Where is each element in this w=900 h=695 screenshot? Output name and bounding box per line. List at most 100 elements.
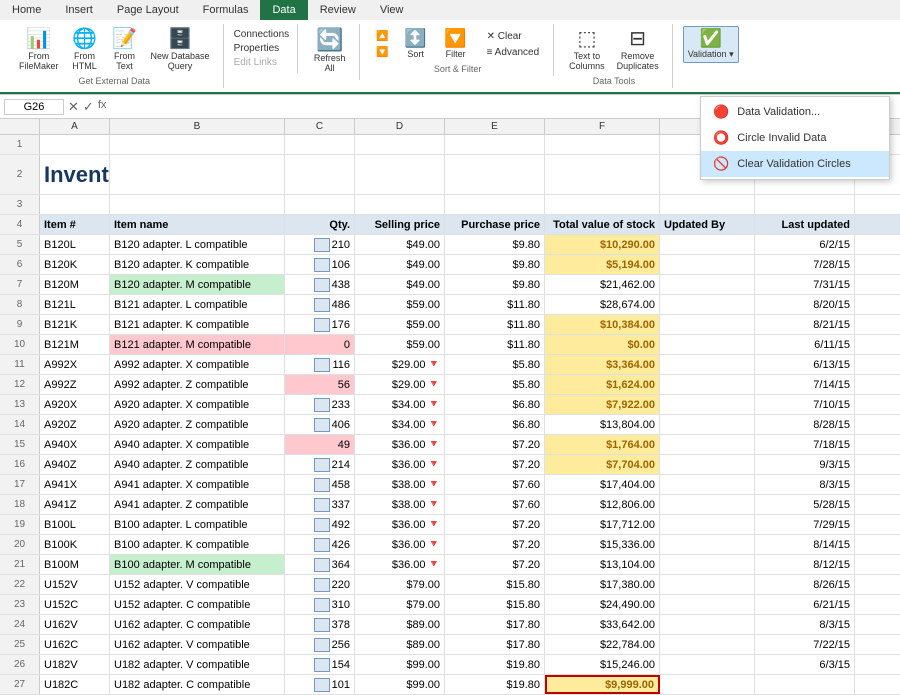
cell-c1[interactable]	[285, 135, 355, 154]
cell-last-updated[interactable]: 8/12/15	[755, 555, 855, 574]
cell-last-updated[interactable]: 7/31/15	[755, 275, 855, 294]
cell-id[interactable]: B100K	[40, 535, 110, 554]
cell-sell[interactable]: $49.00	[355, 275, 445, 294]
cell-purchase[interactable]: $11.80	[445, 295, 545, 314]
cell-last-updated[interactable]	[755, 675, 855, 694]
cell-purchase[interactable]: $19.80	[445, 655, 545, 674]
cell-name[interactable]: A941 adapter. Z compatible	[110, 495, 285, 514]
cell-total[interactable]: $0.00	[545, 335, 660, 354]
cell-updated-by[interactable]	[660, 655, 755, 674]
cell-updated-by[interactable]	[660, 575, 755, 594]
cell-qty[interactable]: 56	[285, 375, 355, 394]
cell-sell[interactable]: $59.00	[355, 335, 445, 354]
cell-last-updated[interactable]: 8/21/15	[755, 315, 855, 334]
cell-qty[interactable]: 0	[285, 335, 355, 354]
cell-qty[interactable]: 214	[285, 455, 355, 474]
cell-qty[interactable]: 486	[285, 295, 355, 314]
cell-name[interactable]: B120 adapter. M compatible	[110, 275, 285, 294]
cell-updated-by[interactable]	[660, 515, 755, 534]
cell-total[interactable]: $12,806.00	[545, 495, 660, 514]
cell-sell[interactable]: $36.00🔻	[355, 515, 445, 534]
cell-sell[interactable]: $38.00🔻	[355, 495, 445, 514]
cell-last-updated[interactable]: 8/14/15	[755, 535, 855, 554]
cell-updated-by[interactable]	[660, 355, 755, 374]
cell-name[interactable]: B100 adapter. L compatible	[110, 515, 285, 534]
header-selling-price[interactable]: Selling price	[355, 215, 445, 234]
cell-updated-by[interactable]	[660, 555, 755, 574]
cell-name[interactable]: A992 adapter. X compatible	[110, 355, 285, 374]
sort-button[interactable]: ↕️ Sort	[397, 26, 435, 62]
cell-id[interactable]: B100L	[40, 515, 110, 534]
connections-link[interactable]: Connections	[234, 28, 290, 41]
cell-total[interactable]: $15,246.00	[545, 655, 660, 674]
cell-sell[interactable]: $34.00🔻	[355, 415, 445, 434]
from-text-button[interactable]: 📝 FromText	[106, 26, 144, 74]
cell-last-updated[interactable]: 6/13/15	[755, 355, 855, 374]
cell-updated-by[interactable]	[660, 275, 755, 294]
cell-e3[interactable]	[445, 195, 545, 214]
cell-qty[interactable]: 220	[285, 575, 355, 594]
cell-purchase[interactable]: $5.80	[445, 375, 545, 394]
cell-updated-by[interactable]	[660, 475, 755, 494]
cell-id[interactable]: B100M	[40, 555, 110, 574]
cell-total[interactable]: $13,104.00	[545, 555, 660, 574]
from-filemaker-button[interactable]: 📊 FromFileMaker	[14, 26, 64, 74]
cell-purchase[interactable]: $6.80	[445, 395, 545, 414]
cell-name[interactable]: B120 adapter. K compatible	[110, 255, 285, 274]
cell-id[interactable]: B120K	[40, 255, 110, 274]
cell-name[interactable]: B100 adapter. M compatible	[110, 555, 285, 574]
cell-last-updated[interactable]: 7/28/15	[755, 255, 855, 274]
cell-id[interactable]: U152V	[40, 575, 110, 594]
header-updated-by[interactable]: Updated By	[660, 215, 755, 234]
tab-page-layout[interactable]: Page Layout	[105, 0, 191, 20]
filter-button[interactable]: 🔽 Filter	[437, 26, 475, 62]
properties-link[interactable]: Properties	[234, 42, 290, 55]
cell-qty[interactable]: 233	[285, 395, 355, 414]
tab-insert[interactable]: Insert	[53, 0, 105, 20]
cell-total[interactable]: $1,624.00	[545, 375, 660, 394]
col-header-a[interactable]: A	[40, 119, 110, 134]
cell-updated-by[interactable]	[660, 455, 755, 474]
cell-f3[interactable]	[545, 195, 660, 214]
cell-qty[interactable]: 116	[285, 355, 355, 374]
cell-total[interactable]: $1,764.00	[545, 435, 660, 454]
cell-id[interactable]: B121M	[40, 335, 110, 354]
tab-home[interactable]: Home	[0, 0, 53, 20]
cell-sell[interactable]: $36.00🔻	[355, 555, 445, 574]
cell-updated-by[interactable]	[660, 375, 755, 394]
cell-sell[interactable]: $99.00	[355, 655, 445, 674]
text-to-columns-button[interactable]: ⬚ Text toColumns	[564, 26, 610, 74]
cell-d1[interactable]	[355, 135, 445, 154]
header-total-value[interactable]: Total value of stock	[545, 215, 660, 234]
cell-qty[interactable]: 176	[285, 315, 355, 334]
cell-id[interactable]: A940Z	[40, 455, 110, 474]
cell-purchase[interactable]: $6.80	[445, 415, 545, 434]
cell-updated-by[interactable]	[660, 415, 755, 434]
cell-sell[interactable]: $89.00	[355, 615, 445, 634]
cell-last-updated[interactable]: 6/21/15	[755, 595, 855, 614]
cell-total[interactable]: $7,922.00	[545, 395, 660, 414]
from-html-button[interactable]: 🌐 FromHTML	[66, 26, 104, 74]
cell-last-updated[interactable]: 9/3/15	[755, 455, 855, 474]
cell-b3[interactable]	[110, 195, 285, 214]
cell-qty[interactable]: 378	[285, 615, 355, 634]
header-last-updated[interactable]: Last updated	[755, 215, 855, 234]
cell-sell[interactable]: $49.00	[355, 235, 445, 254]
cell-id[interactable]: B121K	[40, 315, 110, 334]
cell-updated-by[interactable]	[660, 335, 755, 354]
cell-purchase[interactable]: $5.80	[445, 355, 545, 374]
cell-f2[interactable]	[545, 155, 660, 194]
sort-desc-button[interactable]: 🔽	[370, 45, 394, 60]
cell-h3[interactable]	[755, 195, 855, 214]
cell-total[interactable]: $13,804.00	[545, 415, 660, 434]
cell-last-updated[interactable]: 6/3/15	[755, 655, 855, 674]
cell-sell[interactable]: $36.00🔻	[355, 535, 445, 554]
cell-qty[interactable]: 256	[285, 635, 355, 654]
cell-last-updated[interactable]: 8/3/15	[755, 615, 855, 634]
cell-total[interactable]: $9,999.00	[545, 675, 660, 694]
cell-name[interactable]: B120 adapter. L compatible	[110, 235, 285, 254]
cell-qty[interactable]: 154	[285, 655, 355, 674]
edit-links-link[interactable]: Edit Links	[234, 56, 290, 69]
cell-e1[interactable]	[445, 135, 545, 154]
cell-id[interactable]: A941X	[40, 475, 110, 494]
